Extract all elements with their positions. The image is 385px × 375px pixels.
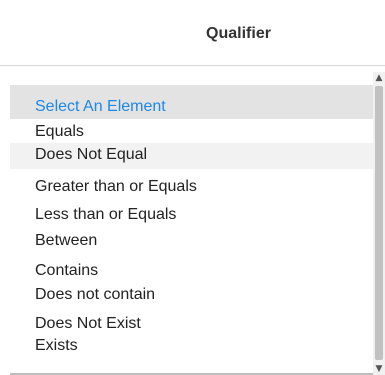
qualifier-option-does-not-contain[interactable]: Does not contain [10, 284, 373, 306]
qualifier-option-placeholder[interactable]: Select An Element [10, 85, 373, 119]
qualifier-option-contains[interactable]: Contains [10, 260, 373, 282]
vertical-scrollbar[interactable]: ▲ ▼ [373, 72, 385, 375]
column-header-title: Qualifier [206, 25, 271, 42]
chevron-down-icon[interactable]: ▼ [373, 363, 385, 375]
qualifier-option-does-not-exist[interactable]: Does Not Exist [10, 313, 373, 335]
scrollbar-thumb[interactable] [375, 86, 383, 360]
qualifier-option-equals[interactable]: Equals [10, 119, 373, 143]
qualifier-option-exists[interactable]: Exists [10, 335, 373, 357]
chevron-up-icon[interactable]: ▲ [373, 72, 385, 84]
qualifier-listbox[interactable]: Select An Element Equals Does Not Equal … [10, 72, 385, 375]
qualifier-option-does-not-equal[interactable]: Does Not Equal [10, 143, 373, 169]
qualifier-option-greater-than-or-equals[interactable]: Greater than or Equals [10, 175, 373, 199]
column-header: Qualifier [0, 0, 385, 66]
qualifier-options: Select An Element Equals Does Not Equal … [10, 72, 373, 375]
qualifier-option-less-than-or-equals[interactable]: Less than or Equals [10, 203, 373, 227]
qualifier-option-between[interactable]: Between [10, 229, 373, 253]
